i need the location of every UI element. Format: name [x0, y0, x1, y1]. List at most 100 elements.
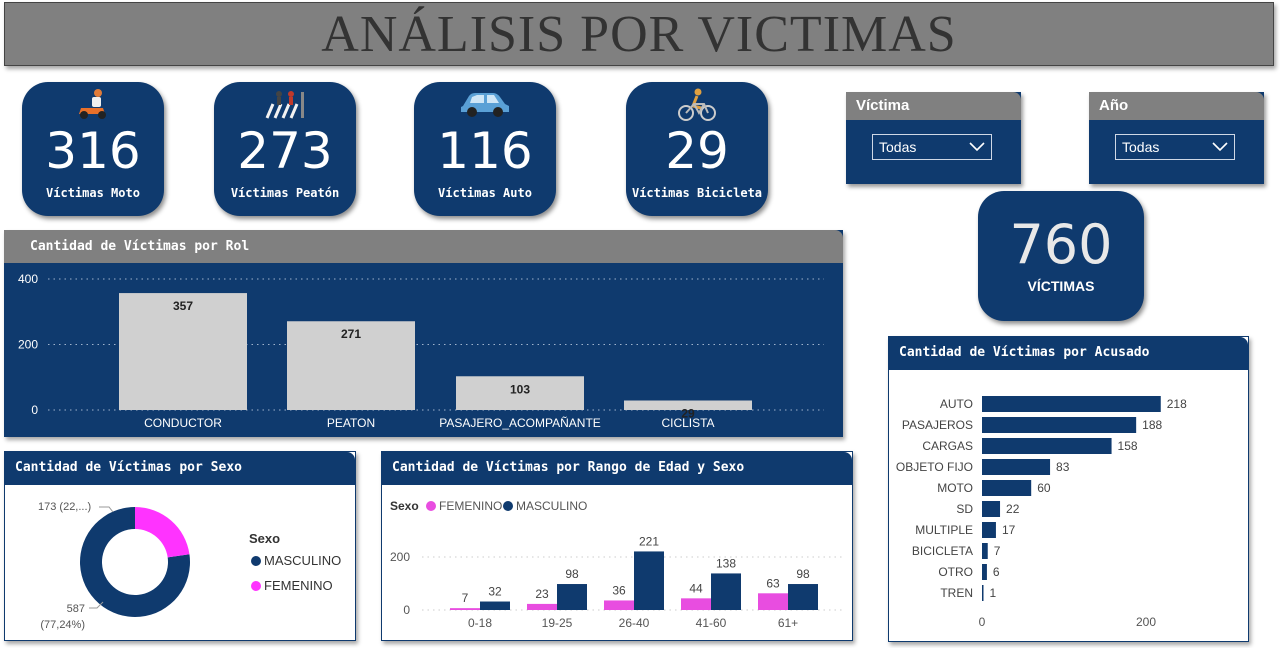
bar: [758, 593, 788, 610]
bar: [604, 600, 634, 610]
data-label: 32: [488, 585, 502, 599]
kpi-card-bicicleta: 29 Víctimas Bicicleta: [626, 82, 768, 216]
bar: [480, 601, 510, 610]
legend-title: Sexo: [249, 531, 280, 546]
slicer-victima: Víctima Todas: [846, 92, 1021, 184]
sexo-chart-panel: 173 (22,...) 587 (77,24%) Sexo MASCULINO FEME…: [4, 451, 356, 641]
kpi-label: Víctimas Bicicleta: [631, 186, 763, 200]
motorcycle-icon: [76, 88, 110, 124]
y-tick-label: SD: [956, 502, 973, 516]
slice-label: 173 (22,...): [38, 501, 91, 513]
x-tick-label: PASAJERO_ACOMPAÑANTE: [439, 416, 601, 430]
acusado-chart-title: Cantidad de Víctimas por Acusado: [889, 337, 1248, 370]
data-label: 271: [341, 327, 361, 341]
data-label: 1: [990, 586, 997, 600]
legend-label: MASCULINO: [516, 499, 587, 513]
data-label: 98: [796, 567, 810, 581]
data-label: 6: [993, 565, 1000, 579]
y-tick-label: 0: [31, 403, 38, 417]
leader-line: [99, 506, 114, 513]
bar: [982, 522, 996, 538]
kpi-value: 116: [437, 122, 533, 180]
bar: [557, 584, 587, 610]
rol-chart-title: Cantidad de Víctimas por Rol: [4, 230, 843, 263]
legend-label: FEMENINO: [264, 578, 333, 593]
total-card: 760 VÍCTIMAS: [978, 191, 1144, 321]
chevron-down-icon: [1212, 142, 1228, 152]
legend-label: MASCULINO: [264, 553, 341, 568]
kpi-value: 273: [237, 122, 333, 180]
legend-title: Sexo: [390, 499, 419, 513]
kpi-card-peaton: 273 Víctimas Peatón: [214, 82, 356, 216]
y-tick-label: MOTO: [937, 481, 973, 495]
chevron-down-icon: [969, 142, 985, 152]
x-tick-label: CICLISTA: [661, 416, 714, 430]
slicer-title: Víctima: [846, 92, 1021, 120]
data-label: 60: [1037, 481, 1051, 495]
kpi-value: 316: [45, 122, 141, 180]
legend-marker: [426, 501, 436, 511]
kpi-label: Víctimas Peatón: [230, 186, 340, 200]
bar: [982, 543, 988, 559]
bar: [982, 501, 1001, 517]
data-label: 103: [510, 382, 530, 396]
x-tick-label: PEATON: [327, 416, 375, 430]
data-label: 63: [766, 576, 780, 590]
kpi-card-auto: 116 Víctimas Auto: [414, 82, 556, 216]
bar: [982, 396, 1161, 412]
bar: [982, 564, 987, 580]
legend-marker: [251, 581, 261, 591]
edad-chart-title: Cantidad de Víctimas por Rango de Edad y…: [382, 452, 852, 485]
y-tick-label: OBJETO FIJO: [896, 460, 973, 474]
total-value: 760: [1009, 213, 1113, 276]
bar: [450, 608, 480, 610]
slicer-title: Año: [1089, 92, 1264, 120]
pedestrian-icon: [263, 88, 307, 124]
data-label: 36: [612, 583, 626, 597]
rol-chart-panel: 0 200 400 357 CONDUCTOR 271 PEATON 103 PASAJERO_…: [4, 230, 843, 437]
bicycle-icon: [677, 88, 717, 126]
data-label: 138: [716, 556, 736, 570]
slicer-anio: Año Todas: [1089, 92, 1264, 184]
data-label: 218: [1167, 397, 1187, 411]
bar: [634, 551, 664, 610]
sexo-chart-title: Cantidad de Víctimas por Sexo: [5, 452, 355, 485]
car-icon: [457, 88, 513, 122]
data-label: 17: [1002, 523, 1016, 537]
y-tick-label: CARGAS: [922, 439, 973, 453]
y-tick-label: TREN: [940, 586, 973, 600]
legend-marker: [251, 556, 261, 566]
slice-label: (77,24%): [40, 619, 85, 631]
bar: [982, 417, 1137, 433]
y-tick-label: 200: [18, 338, 38, 352]
y-tick-label: 400: [18, 272, 38, 286]
dropdown-value: Todas: [879, 139, 917, 155]
y-tick-label: AUTO: [940, 397, 973, 411]
anio-dropdown[interactable]: Todas: [1115, 134, 1235, 160]
kpi-label: Víctimas Moto: [46, 186, 140, 200]
y-tick-label: PASAJEROS: [902, 418, 973, 432]
data-label: 188: [1142, 418, 1162, 432]
y-tick-label: MULTIPLE: [915, 523, 973, 537]
x-tick-label: 200: [1136, 615, 1156, 629]
bar: [982, 459, 1051, 475]
x-tick-label: CONDUCTOR: [144, 416, 222, 430]
bar: [982, 480, 1032, 496]
bar: [982, 585, 984, 601]
data-label: 44: [689, 581, 703, 595]
donut-slice: [135, 507, 190, 558]
x-tick-label: 41-60: [696, 616, 727, 630]
legend-marker: [503, 501, 513, 511]
bar: [982, 438, 1112, 454]
y-tick-label: BICICLETA: [912, 544, 973, 558]
data-label: 357: [173, 299, 193, 313]
x-tick-label: 0-18: [468, 616, 492, 630]
kpi-card-moto: 316 Víctimas Moto: [22, 82, 164, 216]
x-tick-label: 19-25: [542, 616, 573, 630]
edad-chart-panel: Sexo FEMENINO MASCULINO 0 200 7 32 0-18 23 98 19-2…: [381, 451, 853, 641]
y-tick-label: OTRO: [938, 565, 973, 579]
title-bar: ANÁLISIS POR VICTIMAS: [4, 2, 1274, 66]
kpi-label: Víctimas Auto: [438, 186, 532, 200]
x-tick-label: 26-40: [619, 616, 650, 630]
victima-dropdown[interactable]: Todas: [872, 134, 992, 160]
